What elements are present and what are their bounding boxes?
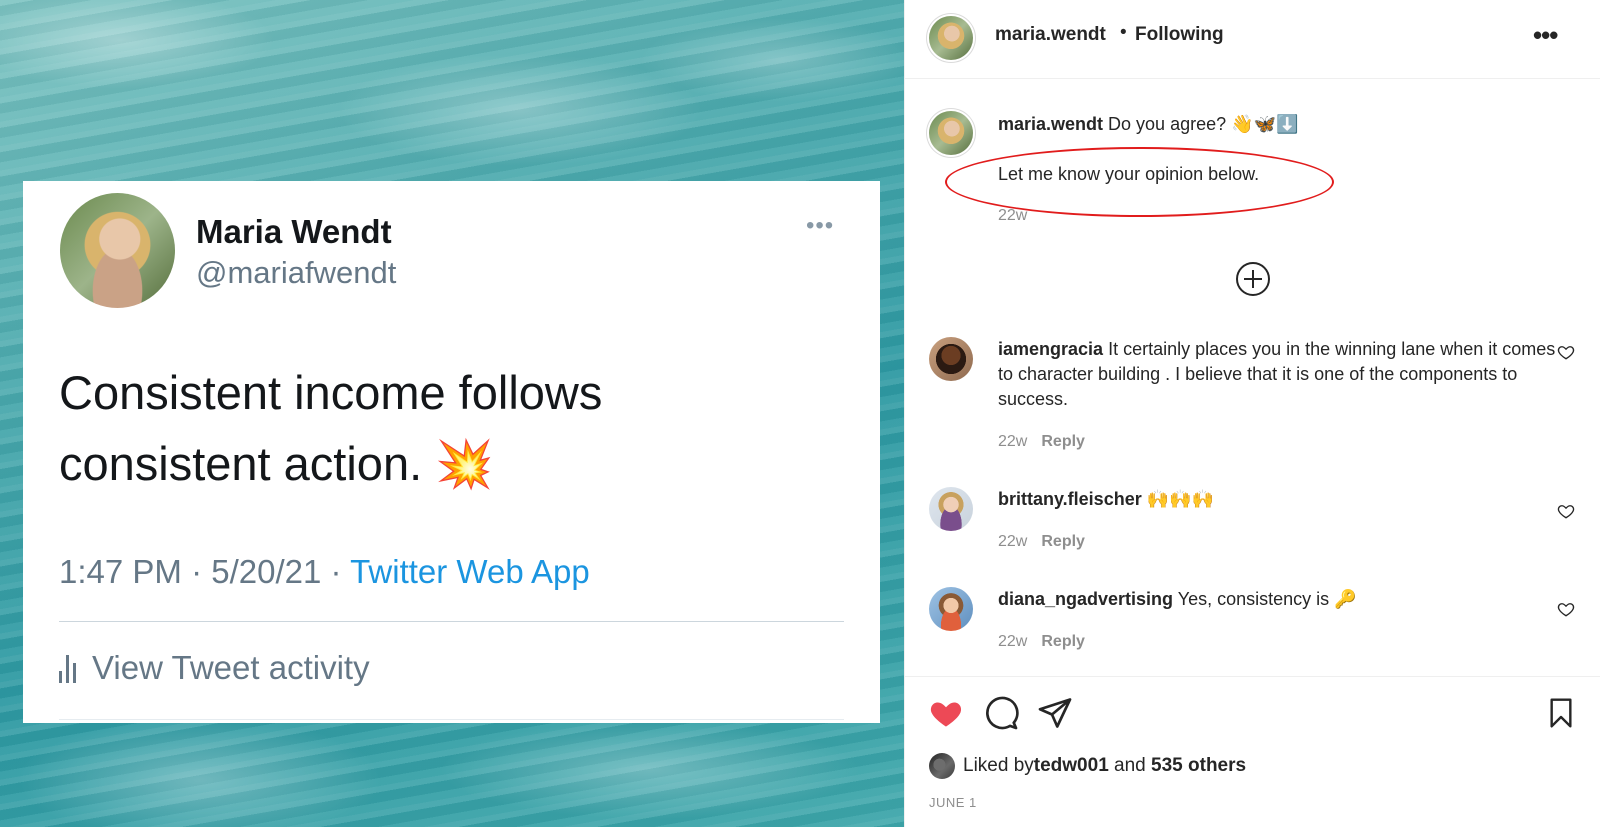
commenter-avatar[interactable] xyxy=(929,337,973,381)
caption-line-1: maria.wendt Do you agree? 👋🦋⬇️ xyxy=(998,112,1568,137)
tweet-screenshot: Maria Wendt @mariafwendt ••• Consistent … xyxy=(23,181,880,723)
comment-body: iamengracia It certainly places you in t… xyxy=(998,337,1558,412)
comment-meta: 22w Reply xyxy=(998,633,1085,651)
comment-time[interactable]: 22w xyxy=(998,433,1027,450)
comment-time[interactable]: 22w xyxy=(998,633,1027,650)
tweet-author-name: Maria Wendt xyxy=(196,213,392,250)
commenter-avatar[interactable] xyxy=(929,487,973,531)
reply-button[interactable]: Reply xyxy=(1041,533,1085,550)
comment-body: diana_ngadvertising Yes, consistency is … xyxy=(998,587,1558,612)
comment-username[interactable]: brittany.fleischer xyxy=(998,489,1142,509)
comment-username[interactable]: iamengracia xyxy=(998,339,1103,359)
header-separator: • xyxy=(1120,22,1127,43)
comment-icon[interactable] xyxy=(983,695,1019,731)
tweet-more-icon: ••• xyxy=(806,212,835,239)
comment-meta: 22w Reply xyxy=(998,433,1085,451)
tweet-text: Consistent income follows consistent act… xyxy=(59,366,603,490)
caption-text: Do you agree? 👋🦋⬇️ xyxy=(1103,114,1299,134)
author-avatar[interactable] xyxy=(929,16,973,60)
add-circle-icon xyxy=(1244,270,1262,288)
commenter-avatar[interactable] xyxy=(929,587,973,631)
bar-chart-icon xyxy=(59,653,76,683)
likes-prefix: Liked by xyxy=(963,755,1034,776)
caption-avatar[interactable] xyxy=(929,111,973,155)
heart-icon[interactable] xyxy=(1557,502,1575,520)
tweet-source-app: Twitter Web App xyxy=(350,553,590,590)
comment-username[interactable]: diana_ngadvertising xyxy=(998,589,1173,609)
share-icon[interactable] xyxy=(1037,695,1073,731)
reply-button[interactable]: Reply xyxy=(1041,433,1085,450)
post-side-panel: maria.wendt • Following ••• maria.wendt … xyxy=(904,0,1600,827)
comment-time[interactable]: 22w xyxy=(998,533,1027,550)
tweet-activity-label: View Tweet activity xyxy=(92,649,370,686)
liker-avatar[interactable] xyxy=(929,753,955,779)
tweet-activity: View Tweet activity xyxy=(59,649,370,687)
tweet-avatar xyxy=(60,193,175,308)
tweet-divider xyxy=(59,621,844,622)
tweet-author-handle: @mariafwendt xyxy=(196,255,397,290)
more-options-icon[interactable]: ••• xyxy=(1533,20,1558,51)
comment-body: brittany.fleischer 🙌🙌🙌 xyxy=(998,487,1558,512)
likes-middle: and xyxy=(1108,755,1152,776)
header-username[interactable]: maria.wendt xyxy=(995,24,1106,46)
following-button[interactable]: Following xyxy=(1135,24,1224,46)
bookmark-icon[interactable] xyxy=(1545,695,1577,731)
post-date[interactable]: JUNE 1 xyxy=(929,795,977,810)
comment-text: Yes, consistency is 🔑 xyxy=(1173,589,1357,609)
like-heart-icon[interactable] xyxy=(927,695,965,731)
caption-timestamp[interactable]: 22w xyxy=(998,207,1027,225)
tweet-meta: 1:47 PM · 5/20/21 · Twitter Web App xyxy=(59,553,590,591)
comment-text: 🙌🙌🙌 xyxy=(1141,489,1214,509)
likes-summary: Liked by tedw001 and 535 others xyxy=(929,753,1246,779)
tweet-divider-bottom xyxy=(59,719,844,720)
post-actions: Liked by tedw001 and 535 others JUNE 1 xyxy=(905,676,1600,827)
load-more-comments-button[interactable] xyxy=(1236,262,1270,296)
tweet-timestamp: 1:47 PM · 5/20/21 · xyxy=(59,553,351,590)
post-media[interactable]: Maria Wendt @mariafwendt ••• Consistent … xyxy=(0,0,904,827)
liker-username[interactable]: tedw001 xyxy=(1034,755,1109,777)
reply-button[interactable]: Reply xyxy=(1041,633,1085,650)
likes-others-link[interactable]: 535 others xyxy=(1151,755,1246,777)
heart-icon[interactable] xyxy=(1557,600,1575,618)
comment-meta: 22w Reply xyxy=(998,533,1085,551)
heart-icon[interactable] xyxy=(1557,343,1575,361)
caption-username[interactable]: maria.wendt xyxy=(998,114,1103,134)
post-header: maria.wendt • Following ••• xyxy=(905,0,1600,79)
